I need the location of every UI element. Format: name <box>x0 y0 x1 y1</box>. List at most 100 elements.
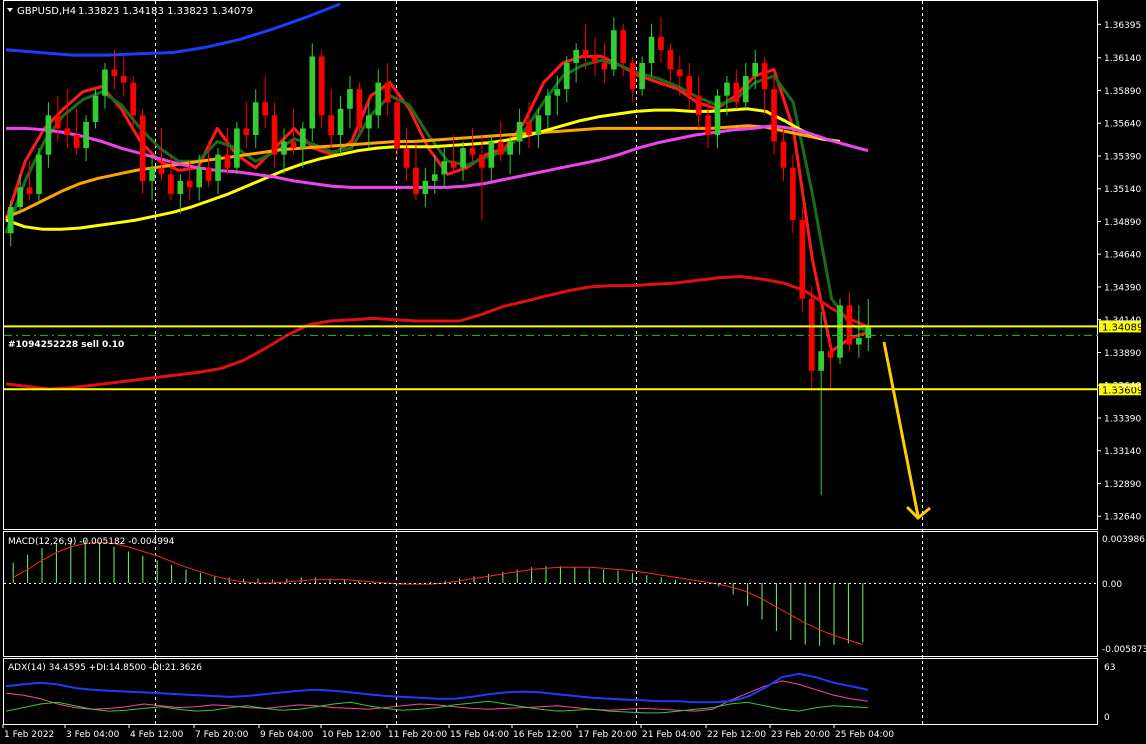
candle-body[interactable] <box>365 115 372 129</box>
candle-body[interactable] <box>620 30 627 63</box>
candle-body[interactable] <box>309 56 316 129</box>
candle-body[interactable] <box>403 148 410 168</box>
candle-body[interactable] <box>695 95 702 116</box>
candle-body[interactable] <box>742 76 749 103</box>
candle-body[interactable] <box>36 154 42 194</box>
candle-body[interactable] <box>479 154 485 168</box>
candle-body[interactable] <box>196 167 203 188</box>
candle-body[interactable] <box>83 121 89 149</box>
candle-body[interactable] <box>752 62 759 77</box>
candle-body[interactable] <box>488 141 495 168</box>
candle-body[interactable] <box>686 76 693 96</box>
price-axis-label: 1.35140 <box>1104 185 1141 195</box>
chart-header: GBPUSD,H4 1.33823 1.34183 1.33823 1.3407… <box>7 6 253 17</box>
candle-body[interactable] <box>808 298 815 371</box>
candle-body[interactable] <box>780 141 787 168</box>
candle-body[interactable] <box>7 207 14 234</box>
candle-body[interactable] <box>516 121 523 142</box>
candle-body[interactable] <box>629 62 636 90</box>
candle-body[interactable] <box>724 82 730 96</box>
candle-body[interactable] <box>55 115 61 129</box>
candle-body[interactable] <box>139 115 146 181</box>
chart-canvas[interactable]: #1094252228 sell 0.10 1.34089 1.33609 1.… <box>0 0 1146 744</box>
candle-body[interactable] <box>554 89 561 96</box>
candle-body[interactable] <box>318 56 325 116</box>
candle-body[interactable] <box>771 89 777 142</box>
candle-body[interactable] <box>526 121 532 135</box>
candle-body[interactable] <box>469 148 476 155</box>
candle-body[interactable] <box>545 95 551 116</box>
candle-body[interactable] <box>111 69 118 77</box>
candle-body[interactable] <box>158 167 165 175</box>
candle-body[interactable] <box>17 187 23 208</box>
candle-body[interactable] <box>431 174 438 181</box>
candle-body[interactable] <box>497 141 504 155</box>
candle-body[interactable] <box>356 89 363 129</box>
candle-body[interactable] <box>243 128 250 135</box>
candle-body[interactable] <box>422 180 429 194</box>
candle-body[interactable] <box>186 180 193 188</box>
candle-body[interactable] <box>234 128 240 168</box>
time-axis-label: 16 Feb 12:00 <box>513 730 572 740</box>
candle-body[interactable] <box>252 102 259 135</box>
candle-body[interactable] <box>271 115 278 155</box>
candle-body[interactable] <box>73 135 80 149</box>
candle-body[interactable] <box>592 56 598 63</box>
candle-body[interactable] <box>102 69 108 96</box>
candle-body[interactable] <box>837 305 843 358</box>
candle-body[interactable] <box>667 49 674 70</box>
candle-body[interactable] <box>818 351 824 371</box>
candle-body[interactable] <box>149 167 155 181</box>
candle-body[interactable] <box>64 128 71 135</box>
candle-body[interactable] <box>573 49 579 63</box>
candle-body[interactable] <box>601 62 608 70</box>
candle-body[interactable] <box>648 36 655 63</box>
candle-body[interactable] <box>639 62 645 90</box>
candle-body[interactable] <box>347 89 353 109</box>
candle-body[interactable] <box>846 305 853 345</box>
candle-body[interactable] <box>290 141 297 149</box>
candle-body[interactable] <box>827 351 834 358</box>
candle-body[interactable] <box>733 82 740 103</box>
candle-body[interactable] <box>26 187 33 194</box>
candle-body[interactable] <box>328 115 334 135</box>
ma-orange-line <box>5 124 841 219</box>
candle-body[interactable] <box>705 115 711 135</box>
forecast-arrow-icon[interactable] <box>882 341 931 521</box>
candle-body[interactable] <box>375 82 382 116</box>
candle-body[interactable] <box>676 69 683 77</box>
candle-body[interactable] <box>300 128 306 149</box>
candle-body[interactable] <box>337 108 344 135</box>
candle-body[interactable] <box>761 62 768 90</box>
candle-body[interactable] <box>714 95 721 135</box>
candle-body[interactable] <box>120 76 127 83</box>
candle-body[interactable] <box>413 167 419 194</box>
candle-body[interactable] <box>460 148 466 168</box>
chevron-down-icon[interactable] <box>7 8 13 12</box>
candle-body[interactable] <box>224 154 231 168</box>
candle-body[interactable] <box>394 102 400 149</box>
candle-body[interactable] <box>611 30 617 70</box>
candle-body[interactable] <box>205 167 212 181</box>
candle-body[interactable] <box>507 141 514 155</box>
candle-body[interactable] <box>563 62 570 90</box>
candle-body[interactable] <box>658 36 664 50</box>
candle-body[interactable] <box>450 161 457 168</box>
candle-body[interactable] <box>856 338 862 345</box>
candle-body[interactable] <box>281 141 287 155</box>
candle-body[interactable] <box>441 161 448 175</box>
candle-body[interactable] <box>130 82 137 116</box>
candle-body[interactable] <box>790 167 796 221</box>
candle-body[interactable] <box>865 327 872 339</box>
candle-body[interactable] <box>799 220 806 299</box>
candle-body[interactable] <box>384 82 391 103</box>
candle-body[interactable] <box>582 49 589 57</box>
candle-body[interactable] <box>92 95 99 122</box>
candle-body[interactable] <box>215 154 221 181</box>
candle-body[interactable] <box>45 115 52 155</box>
candle-body[interactable] <box>177 180 184 194</box>
candle-body[interactable] <box>168 174 174 194</box>
candle-body[interactable] <box>535 115 542 135</box>
candle-body[interactable] <box>262 102 268 116</box>
price-axis-label: 1.32890 <box>1104 480 1141 490</box>
